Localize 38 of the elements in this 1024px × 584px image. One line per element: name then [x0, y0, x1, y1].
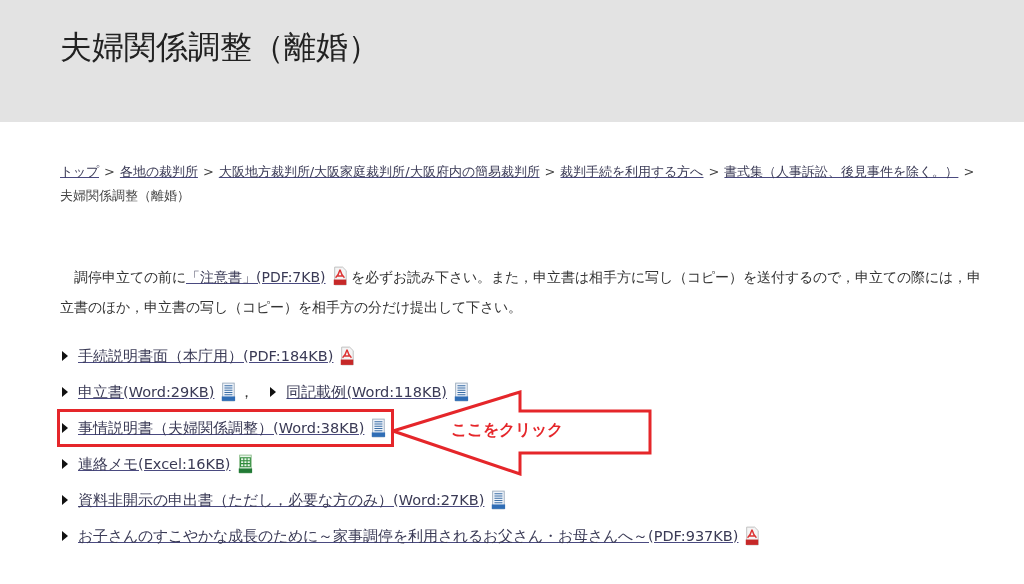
page-title: 夫婦関係調整（離婚） — [60, 27, 380, 68]
breadcrumb-separator: > — [104, 164, 115, 179]
callout-text: ここをクリック — [451, 420, 564, 441]
doc-file-icon[interactable] — [370, 418, 387, 438]
bullet-triangle-icon — [62, 459, 68, 469]
breadcrumb-current: 夫婦関係調整（離婚） — [60, 188, 190, 203]
bullet-triangle-icon — [62, 387, 68, 397]
bullet-triangle-icon — [62, 531, 68, 541]
breadcrumb-separator: > — [544, 164, 556, 179]
file-link[interactable]: 申立書(Word:29KB) — [78, 382, 215, 402]
file-link[interactable]: 資料非開示の申出書（ただし，必要な方のみ）(Word:27KB) — [78, 490, 485, 510]
file-link[interactable]: お子さんのすこやかな成長のために～家事調停を利用されるお父さん・お母さんへ～(PDF:937KB) — [78, 526, 739, 546]
doc-file-icon[interactable] — [453, 382, 469, 402]
breadcrumb-link[interactable]: 大阪地方裁判所/大阪家庭裁判所/大阪府内の簡易裁判所 — [218, 164, 540, 179]
breadcrumb-link[interactable]: 各地の裁判所 — [119, 164, 198, 179]
notice-paragraph: 調停申立ての前に「注意書」(PDF:7KB) を必ずお読み下さい。また，申立書は相手方に写し（コピー）を送付するので，申立ての際には，申立書のほか，申立書の写し（コピー）を相手方の分だけ提出して下さい。 — [60, 262, 984, 322]
breadcrumb-separator: > — [202, 164, 214, 179]
file-link[interactable]: 連絡メモ(Excel:16KB) — [78, 454, 231, 474]
pdf-file-icon[interactable] — [744, 526, 761, 546]
breadcrumb-link[interactable]: トップ — [60, 164, 99, 179]
bullet-triangle-icon — [62, 423, 68, 433]
doc-file-icon[interactable] — [490, 490, 507, 510]
doc-file-icon[interactable] — [220, 382, 237, 402]
file-link[interactable]: 同記載例(Word:118KB) — [286, 382, 447, 402]
pdf-file-icon[interactable] — [331, 266, 348, 286]
breadcrumb-separator: > — [963, 164, 975, 179]
breadcrumb-separator: > — [708, 164, 720, 179]
bullet-triangle-icon — [62, 351, 68, 361]
bullet-triangle-icon — [62, 495, 68, 505]
breadcrumb-link[interactable]: 裁判手続を利用する方へ — [560, 164, 704, 179]
notice-link[interactable]: 「注意書」(PDF:7KB) — [186, 269, 326, 285]
breadcrumb-link[interactable]: 書式集（人事訴訟、後見事件を除く。） — [724, 164, 959, 179]
bullet-triangle-icon — [270, 387, 277, 397]
pdf-file-icon[interactable] — [339, 346, 356, 366]
list-separator: ， — [239, 382, 255, 402]
file-link[interactable]: 手続説明書面（本庁用）(PDF:184KB) — [78, 346, 334, 366]
file-link[interactable]: 事情説明書（夫婦関係調整）(Word:38KB) — [78, 418, 365, 438]
spreadsheet-file-icon[interactable] — [236, 454, 253, 474]
